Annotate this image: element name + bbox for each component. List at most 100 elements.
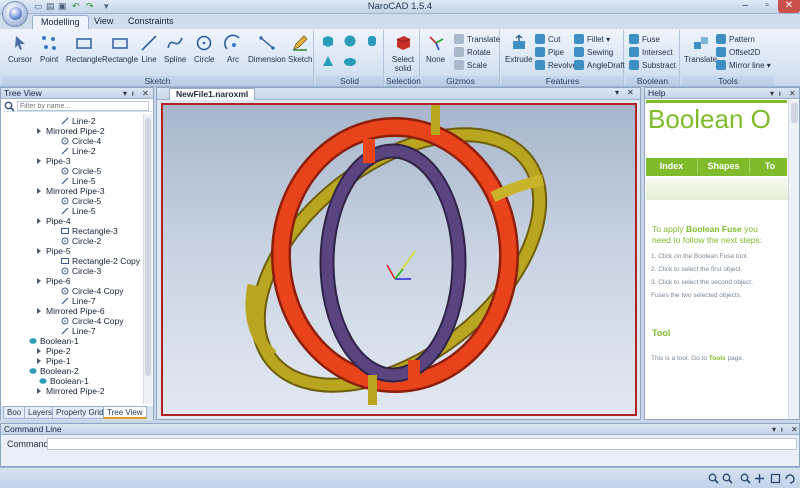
cylinder-solid-icon[interactable]: [365, 34, 379, 48]
circle-button[interactable]: Circle: [194, 34, 214, 64]
fit-all-icon[interactable]: [770, 473, 781, 484]
open-file-icon[interactable]: ▤: [46, 1, 55, 12]
fillet-button[interactable]: Fillet ▾: [574, 34, 610, 46]
rectangle-button[interactable]: Rectangle: [66, 34, 102, 64]
tree-row[interactable]: Circle-2: [61, 236, 101, 246]
minimize-button[interactable]: –: [734, 0, 756, 13]
select-solid-button[interactable]: Select solid: [390, 34, 416, 73]
expander-icon[interactable]: [35, 217, 43, 225]
help-nav-shapes[interactable]: Shapes: [698, 158, 750, 174]
gizmo-translate-button[interactable]: Translate: [454, 34, 500, 46]
help-scrollbar[interactable]: [788, 100, 799, 419]
sketch-button[interactable]: Sketch: [288, 34, 312, 64]
maximize-button[interactable]: ▫: [756, 0, 778, 13]
point-button[interactable]: Point: [40, 34, 58, 64]
tree-row[interactable]: Circle-3: [61, 266, 101, 276]
help-nav-tools[interactable]: To: [750, 158, 790, 174]
tree-row[interactable]: Circle-4 Copy: [61, 316, 124, 326]
tab-view[interactable]: View: [86, 15, 121, 29]
tree-row[interactable]: Boolean-1: [39, 376, 89, 386]
intersect-button[interactable]: Intersect: [629, 47, 673, 59]
tree-row[interactable]: Boolean-1: [29, 336, 79, 346]
expander-icon[interactable]: [35, 307, 43, 315]
tree-row[interactable]: Mirrored Pipe-6: [35, 306, 105, 316]
tab-tree-view[interactable]: Tree View: [103, 406, 147, 419]
pan-icon[interactable]: [754, 473, 765, 484]
command-input[interactable]: [47, 438, 797, 450]
doc-tab-list-icon[interactable]: ▾: [615, 88, 619, 97]
tree-row[interactable]: Mirrored Pipe-2: [35, 386, 105, 396]
tree-scrollbar-thumb[interactable]: [145, 118, 151, 376]
purple-ring[interactable]: [321, 145, 465, 381]
tree-row[interactable]: Pipe-4: [35, 216, 71, 226]
doc-close-icon[interactable]: ✕: [627, 88, 634, 97]
extrude-button[interactable]: Extrude: [505, 34, 533, 64]
help-autohide-icon[interactable]: ᵻ: [779, 88, 781, 99]
tree-row[interactable]: Circle-5: [61, 196, 101, 206]
application-menu-button[interactable]: [2, 1, 28, 27]
revolve-button[interactable]: Revolve: [535, 60, 577, 72]
tab-constraints[interactable]: Constraints: [120, 15, 182, 29]
help-close-icon[interactable]: ✕: [789, 88, 796, 99]
dimension-button[interactable]: Dimension: [248, 34, 286, 64]
tab-boolean[interactable]: Boo: [3, 406, 26, 419]
qat-menu-icon[interactable]: ▾: [104, 1, 109, 12]
tree-filter-input[interactable]: [17, 101, 149, 111]
spline-button[interactable]: Spline: [164, 34, 186, 64]
tools-translate-button[interactable]: Translate: [684, 34, 717, 64]
cone-solid-icon[interactable]: [321, 54, 335, 68]
redo-icon[interactable]: ↷: [86, 1, 94, 12]
close-icon[interactable]: ✕: [142, 88, 149, 99]
tree-row[interactable]: Line-7: [61, 326, 96, 336]
undo-icon[interactable]: ↶: [72, 1, 80, 12]
close-button[interactable]: ✕: [778, 0, 800, 13]
expander-icon[interactable]: [35, 387, 43, 395]
help-pin-icon[interactable]: ▾: [770, 88, 774, 99]
tree-row[interactable]: Boolean-2: [29, 366, 79, 376]
tree-row[interactable]: Pipe-3: [35, 156, 71, 166]
tree-row[interactable]: Line-7: [61, 296, 96, 306]
rectangle-3p-button[interactable]: Rectangle: [102, 34, 138, 64]
tree-row[interactable]: Circle-4: [61, 136, 101, 146]
arc-button[interactable]: Arc: [224, 34, 242, 64]
cursor-button[interactable]: Cursor: [8, 34, 32, 64]
tree-row[interactable]: Line-5: [61, 176, 96, 186]
tree-row[interactable]: Pipe-2: [35, 346, 71, 356]
tab-property-grid[interactable]: Property Grid: [52, 406, 108, 419]
tree-row[interactable]: Pipe-5: [35, 246, 71, 256]
help-scrollbar-thumb[interactable]: [791, 103, 798, 123]
tree-row[interactable]: Line-5: [61, 206, 96, 216]
document-tab[interactable]: NewFile1.naroxml: [169, 88, 256, 100]
tree-row[interactable]: Circle-5: [61, 166, 101, 176]
tree-row[interactable]: Rectangle-3: [61, 226, 118, 236]
line-button[interactable]: Line: [140, 34, 158, 64]
cut-button[interactable]: Cut: [535, 34, 560, 46]
expander-icon[interactable]: [35, 357, 43, 365]
tree-row[interactable]: Mirrored Pipe-3: [35, 186, 105, 196]
expander-icon[interactable]: [35, 157, 43, 165]
tree-row[interactable]: Pipe-6: [35, 276, 71, 286]
torus-solid-icon[interactable]: [343, 54, 357, 68]
tree-row[interactable]: Line-2: [61, 116, 96, 126]
mirror-line-button[interactable]: Mirror line ▾: [716, 60, 771, 72]
cmd-pin-icon[interactable]: ▾: [772, 424, 776, 435]
red-ring[interactable]: [273, 119, 517, 391]
box-solid-icon[interactable]: [321, 34, 335, 48]
gizmo-scale-button[interactable]: Scale: [454, 60, 487, 72]
rings-model[interactable]: [163, 105, 635, 414]
tab-modelling[interactable]: Modelling: [32, 15, 89, 29]
rotate-view-icon[interactable]: [784, 473, 795, 484]
expander-icon[interactable]: [35, 247, 43, 255]
viewport-3d[interactable]: [161, 103, 637, 416]
save-icon[interactable]: ▣: [58, 1, 67, 12]
gizmo-none-button[interactable]: None: [426, 34, 445, 64]
pin-icon[interactable]: ▾: [123, 88, 127, 99]
offset2d-button[interactable]: Offset2D: [716, 47, 760, 59]
sphere-solid-icon[interactable]: [343, 34, 357, 48]
cmd-autohide-icon[interactable]: ᵻ: [781, 424, 783, 435]
substract-button[interactable]: Substract: [629, 60, 676, 72]
expander-icon[interactable]: [35, 347, 43, 355]
expander-icon[interactable]: [35, 187, 43, 195]
gizmo-rotate-button[interactable]: Rotate: [454, 47, 491, 59]
cmd-close-icon[interactable]: ✕: [791, 424, 798, 435]
